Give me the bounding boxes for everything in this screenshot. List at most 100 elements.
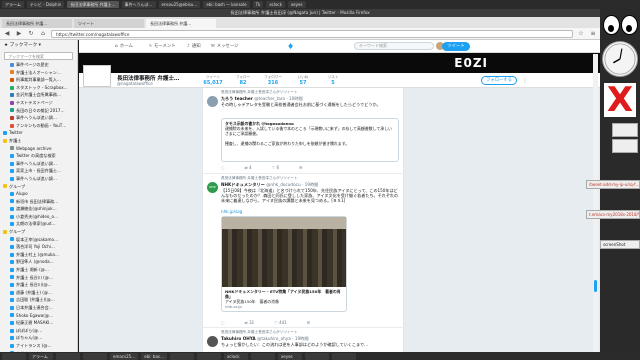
taskbar-item[interactable]: [332, 352, 356, 360]
bookmark-item[interactable]: 紀藤正樹 MASAKI…: [0, 319, 77, 327]
bookmark-star-icon[interactable]: ☆: [577, 30, 585, 38]
quoted-tweet[interactable]: タモス示談の書かれ @tagosodanno 逮捕院の未来を、入試している後で本…: [221, 118, 399, 162]
bookmark-item[interactable]: テストテストページ: [0, 99, 77, 107]
stat-tweets[interactable]: ツイート 65,017: [199, 75, 227, 86]
bookmark-item[interactable]: 弁護士 長谷川(@…: [0, 281, 77, 289]
stat-lists[interactable]: リスト 5: [319, 75, 347, 86]
bookmark-item[interactable]: Shoko Egawa(@…: [0, 312, 77, 320]
bookmark-item[interactable]: 実家上市 - 長田弁護士…: [0, 167, 77, 175]
retweet-icon[interactable]: ⇄ 31: [245, 320, 255, 325]
bookmark-search-input[interactable]: ブックマークを検索: [4, 52, 73, 60]
profile-avatar[interactable]: [83, 65, 111, 87]
bookmark-item[interactable]: グループ: [0, 183, 77, 191]
reply-icon[interactable]: ◌: [221, 320, 225, 325]
twitter-search-input[interactable]: キーワード検索: [354, 42, 434, 50]
taskbar-item[interactable]: 長田法律事務所 弁護士…: [67, 1, 119, 8]
bookmark-item[interactable]: Webpage archive: [0, 145, 77, 153]
taskbar-item[interactable]: テレビ - Dolphin: [26, 1, 65, 8]
tweet[interactable]: 長田法律事務所 弁護士長田淳さんがリツイート たろう teacher @teac…: [203, 88, 405, 174]
taskbar-item[interactable]: ebi: bash — konsole: [203, 1, 250, 8]
bookmark-item[interactable]: 事件へうんぽ追い調…: [0, 175, 77, 183]
bookmark-item[interactable]: 遠藤 (弁護士) (@…: [0, 289, 77, 297]
sticky-note[interactable]: screenShot: [600, 240, 640, 249]
scroll-thumb[interactable]: [594, 280, 597, 292]
tweet-button[interactable]: ツイート: [442, 42, 470, 51]
taskbar-item[interactable]: [305, 352, 329, 360]
nav-messages[interactable]: ✉ メッセージ: [211, 43, 239, 50]
nav-home[interactable]: ⌂ ホーム: [115, 43, 133, 50]
bookmark-item[interactable]: 渡瀬綾佳(@shinjuk…: [0, 205, 77, 213]
close-x-icon[interactable]: X: [604, 83, 636, 117]
more-icon[interactable]: ⋮: [522, 77, 528, 84]
tweet[interactable]: 長田法律事務所 弁護士長田淳さんがリツイート NHK NHKドキュメンタリー @…: [203, 174, 405, 328]
bookmark-item[interactable]: 日本弁護士連合会…: [0, 304, 77, 312]
bookmark-item[interactable]: 事件ページの歴史: [0, 61, 77, 69]
browser-tab[interactable]: ツイート: [74, 19, 144, 28]
taskbar-item[interactable]: ebi: bas…: [141, 352, 167, 360]
reply-icon[interactable]: ◌: [221, 165, 225, 170]
bookmark-item[interactable]: グループ: [0, 228, 77, 236]
nav-notifications[interactable]: ♪ 通知: [187, 43, 201, 50]
bookmark-item[interactable]: ぽちゃん(@…: [0, 334, 77, 342]
bookmark-item[interactable]: 吉田聡 (弁護士)(@…: [0, 296, 77, 304]
taskbar-item[interactable]: [170, 352, 194, 360]
taskbar-item[interactable]: ensou25@ebisu…: [158, 1, 201, 8]
reload-icon[interactable]: ↻: [27, 30, 35, 38]
taskbar-item[interactable]: xclock: [266, 1, 285, 8]
taskbar-item[interactable]: アラーム: [29, 352, 53, 360]
like-icon[interactable]: ♡ 6: [272, 165, 279, 170]
taskbar-item[interactable]: [251, 352, 275, 360]
taskbar-item[interactable]: [56, 352, 80, 360]
avatar[interactable]: NHK: [207, 182, 218, 193]
bookmark-item[interactable]: 長田の日々の雑記 2017…: [0, 107, 77, 115]
bookmark-item[interactable]: 太朗の法律家(@ud…: [0, 220, 77, 228]
bookmark-item[interactable]: 新垣市 長田法律事務…: [0, 198, 77, 206]
taskbar-item[interactable]: Tk: [252, 1, 264, 8]
bookmark-item[interactable]: ナイトランス (@…: [0, 342, 77, 350]
forward-icon[interactable]: ▶: [15, 30, 23, 38]
browser-tab-active[interactable]: 長田法律事務所 弁護…: [146, 19, 216, 28]
dm-icon[interactable]: ✉: [307, 320, 310, 325]
taskbar-item[interactable]: xclock: [224, 352, 248, 360]
bookmark-item[interactable]: 小倉秀夫(@hideo_o…: [0, 213, 77, 221]
avatar[interactable]: [207, 96, 218, 107]
bookmark-item[interactable]: ナンキンもの動画 - YouT…: [0, 122, 77, 130]
bookmark-item[interactable]: Alupo: [0, 190, 77, 198]
back-icon[interactable]: ◀: [3, 30, 11, 38]
bookmark-item[interactable]: Twitter: [0, 129, 77, 137]
taskbar-item[interactable]: [2, 352, 26, 360]
bookmark-item[interactable]: ネタストック - Scrapbox…: [0, 84, 77, 92]
like-icon[interactable]: ♡ 441: [274, 320, 287, 325]
browser-tab[interactable]: 長田法律事務所 弁護…: [2, 19, 72, 28]
dm-icon[interactable]: ✉: [299, 165, 302, 170]
taskbar-item[interactable]: xeyes: [287, 1, 306, 8]
tweet-link[interactable]: nhk.jp/sag: [221, 209, 401, 214]
twitter-bird-icon[interactable]: ♦: [287, 42, 294, 51]
bookmark-item[interactable]: 野田隼人 (@noda…: [0, 258, 77, 266]
bookmark-item[interactable]: 弁護士 堀新 (@…: [0, 266, 77, 274]
retweet-icon[interactable]: ⇄ 4: [245, 165, 252, 170]
stat-followers[interactable]: フォロワー 316: [259, 75, 287, 86]
url-bar[interactable]: https://twitter.com/nagatalawoffice: [51, 29, 573, 38]
tweet[interactable]: 長田法律事務所 弁護士長田淳さんがリツイート Takuhiro OHYA @ta…: [203, 328, 405, 352]
bookmark-item[interactable]: 落合洋司 Yoji Ochi…: [0, 243, 77, 251]
bookmark-item[interactable]: 金沢弁護士会所属事務…: [0, 91, 77, 99]
taskbar-item[interactable]: emacs25…: [110, 352, 139, 360]
bookmark-item[interactable]: 刑事裁判事業部一覧入…: [0, 76, 77, 84]
bookmark-item[interactable]: 事件へうんぽ追い調…: [0, 160, 77, 168]
taskbar-item[interactable]: アラーム: [2, 1, 24, 8]
bookmark-item[interactable]: 弁護士: [0, 137, 77, 145]
nav-moments[interactable]: ϟ モーメント: [149, 43, 176, 50]
link-card[interactable]: NHKドキュメンタリー - ETV特集「アイヌ民族150年 著者の肖像」 アイヌ…: [221, 216, 347, 312]
bookmark-item[interactable]: 弁護士 長谷川 (@…: [0, 274, 77, 282]
bookmark-item[interactable]: ぽぽぽら(@…: [0, 327, 77, 335]
bookmark-item[interactable]: 弁護士法人オーシャン…: [0, 69, 77, 77]
taskbar-item[interactable]: [197, 352, 221, 360]
taskbar-item[interactable]: 事件へうんぽ…: [121, 1, 156, 8]
home-icon[interactable]: ⌂: [39, 30, 47, 38]
sticky-note[interactable]: /tweet-add-my-ip-uriq-f…: [586, 180, 640, 189]
menu-icon[interactable]: ≡: [589, 30, 597, 38]
bookmark-item[interactable]: 事件へうんぽ追い調…: [0, 114, 77, 122]
scrollbar[interactable]: [593, 54, 598, 352]
bookmark-item[interactable]: Twitter の高度な検索: [0, 152, 77, 160]
